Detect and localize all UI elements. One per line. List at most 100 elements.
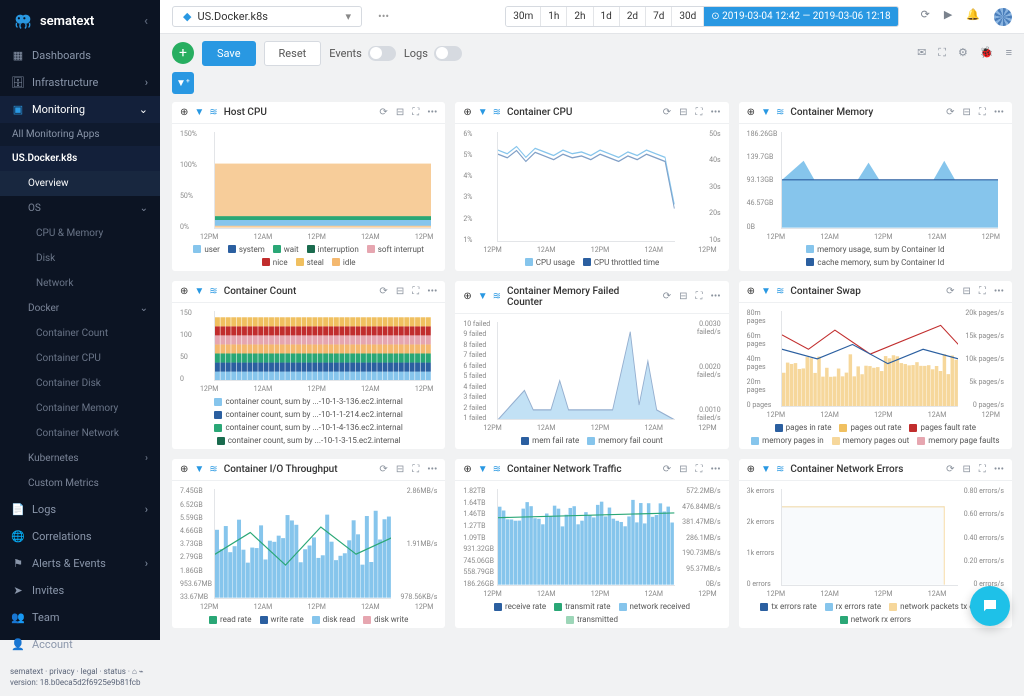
nav-correlations[interactable]: 🌐Correlations xyxy=(0,523,160,550)
nav-logs[interactable]: 📄Logs› xyxy=(0,496,160,523)
fullscreen-icon[interactable]: ⛶ xyxy=(979,286,986,297)
resize-icon[interactable]: ⊟ xyxy=(962,286,970,297)
brand-logo[interactable]: sematext ‹ xyxy=(0,0,160,42)
funnel-icon[interactable]: ▼ xyxy=(194,107,204,118)
logs-toggle[interactable] xyxy=(434,46,462,61)
more-icon[interactable]: ••• xyxy=(427,464,437,475)
nav-container-memory[interactable]: Container Memory xyxy=(0,396,160,421)
fullscreen-icon[interactable]: ⛶ xyxy=(979,107,986,118)
refresh-icon[interactable]: ⟳ xyxy=(946,464,954,475)
resize-icon[interactable]: ⊟ xyxy=(962,464,970,475)
sidebar-collapse-icon[interactable]: ‹ xyxy=(144,14,148,29)
more-icon[interactable]: ••• xyxy=(711,464,721,475)
app-selector[interactable]: ◆ US.Docker.k8s ▾ xyxy=(172,6,362,27)
nav-os[interactable]: OS⌄ xyxy=(0,196,160,221)
fullscreen-icon[interactable]: ⛶ xyxy=(696,107,703,118)
app-menu-button[interactable]: ••• xyxy=(372,10,395,23)
funnel-icon[interactable]: ▼ xyxy=(194,286,204,297)
add-button[interactable]: + xyxy=(172,42,194,64)
nav-container-count[interactable]: Container Count xyxy=(0,321,160,346)
chart-canvas[interactable]: 10 failed9 failed8 failed7 failed6 faile… xyxy=(463,320,720,423)
funnel-icon[interactable]: ▼ xyxy=(761,107,771,118)
chat-bubble[interactable] xyxy=(970,586,1010,626)
stream-icon[interactable]: ≋ xyxy=(776,286,784,297)
stream-icon[interactable]: ≋ xyxy=(209,286,217,297)
save-button[interactable]: Save xyxy=(202,41,256,66)
chart-canvas[interactable]: 186.26GB139.7GB93.13GB46.57GB0B xyxy=(747,130,1004,231)
nav-overview[interactable]: Overview xyxy=(0,171,160,196)
nav-team[interactable]: 👥Team xyxy=(0,604,160,631)
chart-canvas[interactable]: 1.82TB1.64TB1.46TB1.27TB1.09TB931.32GB74… xyxy=(463,487,720,588)
more-icon[interactable]: ••• xyxy=(711,107,721,118)
move-icon[interactable]: ⊕ xyxy=(463,107,471,118)
stream-icon[interactable]: ≋ xyxy=(493,107,501,118)
refresh-icon[interactable]: ⟳ xyxy=(663,107,671,118)
mail-icon[interactable]: ✉ xyxy=(917,46,926,60)
nav-container-network[interactable]: Container Network xyxy=(0,421,160,446)
refresh-icon[interactable]: ⟳ xyxy=(946,107,954,118)
move-icon[interactable]: ⊕ xyxy=(747,286,755,297)
nav-cpu-memory[interactable]: CPU & Memory xyxy=(0,221,160,246)
stream-icon[interactable]: ≋ xyxy=(209,464,217,475)
move-icon[interactable]: ⊕ xyxy=(180,464,188,475)
fullscreen-icon[interactable]: ⛶ xyxy=(412,286,419,297)
reset-button[interactable]: Reset xyxy=(264,41,322,66)
more-icon[interactable]: ••• xyxy=(427,286,437,297)
move-icon[interactable]: ⊕ xyxy=(180,107,188,118)
stream-icon[interactable]: ≋ xyxy=(776,107,784,118)
nav-container-cpu[interactable]: Container CPU xyxy=(0,346,160,371)
time-range-1d[interactable]: 1d xyxy=(594,7,620,26)
fullscreen-icon[interactable]: ⛶ xyxy=(696,464,703,475)
chart-canvas[interactable]: 7.45GB6.52GB5.59GB4.66GB3.73GB2.79GB1.86… xyxy=(180,487,437,601)
stream-icon[interactable]: ≋ xyxy=(209,107,217,118)
funnel-icon[interactable]: ▼ xyxy=(761,286,771,297)
chart-canvas[interactable]: 3k errors2k errors1k errors0 errors 0.80… xyxy=(747,487,1004,588)
funnel-icon[interactable]: ▼ xyxy=(761,464,771,475)
fullscreen-icon[interactable]: ⛶ xyxy=(412,107,419,118)
fullscreen-icon[interactable]: ⛶ xyxy=(412,464,419,475)
stream-icon[interactable]: ≋ xyxy=(493,464,501,475)
menu-icon[interactable]: ≡ xyxy=(1006,46,1012,60)
resize-icon[interactable]: ⊟ xyxy=(679,464,687,475)
nav-current-app[interactable]: US.Docker.k8s xyxy=(0,146,160,171)
move-icon[interactable]: ⊕ xyxy=(180,286,188,297)
move-icon[interactable]: ⊕ xyxy=(463,291,471,302)
refresh-icon[interactable]: ⟳ xyxy=(379,286,387,297)
funnel-icon[interactable]: ▼ xyxy=(194,464,204,475)
nav-docker[interactable]: Docker⌄ xyxy=(0,296,160,321)
nav-dashboards[interactable]: ▦Dashboards xyxy=(0,42,160,69)
stream-icon[interactable]: ≋ xyxy=(776,464,784,475)
resize-icon[interactable]: ⊟ xyxy=(396,107,404,118)
bell-icon[interactable]: 🔔 xyxy=(966,8,980,26)
move-icon[interactable]: ⊕ xyxy=(747,107,755,118)
more-icon[interactable]: ••• xyxy=(994,107,1004,118)
nav-alerts-events[interactable]: ⚑Alerts & Events› xyxy=(0,550,160,577)
bug-icon[interactable]: 🐞 xyxy=(980,46,994,60)
move-icon[interactable]: ⊕ xyxy=(463,464,471,475)
nav-all-apps[interactable]: All Monitoring Apps xyxy=(0,123,160,146)
stream-icon[interactable]: ≋ xyxy=(493,291,501,302)
nav-kubernetes[interactable]: Kubernetes› xyxy=(0,446,160,471)
resize-icon[interactable]: ⊟ xyxy=(679,107,687,118)
funnel-icon[interactable]: ▼ xyxy=(478,464,488,475)
more-icon[interactable]: ••• xyxy=(994,464,1004,475)
refresh-icon[interactable]: ⟳ xyxy=(379,107,387,118)
time-range-7d[interactable]: 7d xyxy=(646,7,672,26)
gear-icon[interactable]: ⚙ xyxy=(958,46,968,60)
more-icon[interactable]: ••• xyxy=(994,286,1004,297)
nav-container-disk[interactable]: Container Disk xyxy=(0,371,160,396)
nav-invites[interactable]: ➤Invites xyxy=(0,577,160,604)
time-range-2d[interactable]: 2d xyxy=(620,7,646,26)
refresh-icon[interactable]: ⟳ xyxy=(663,291,671,302)
chart-canvas[interactable]: 80m pages60m pages40m pages20m pages0 pa… xyxy=(747,309,1004,410)
filter-chip[interactable]: ▼⁺ xyxy=(172,72,194,94)
time-range-30d[interactable]: 30d xyxy=(672,7,704,26)
funnel-icon[interactable]: ▼ xyxy=(478,291,488,302)
refresh-icon[interactable]: ⟳ xyxy=(379,464,387,475)
refresh-icon[interactable]: ⟳ xyxy=(921,8,930,26)
more-icon[interactable]: ••• xyxy=(711,291,721,302)
chart-canvas[interactable]: 150%100%50%0% xyxy=(180,130,437,231)
refresh-icon[interactable]: ⟳ xyxy=(663,464,671,475)
time-range-2h[interactable]: 2h xyxy=(567,7,593,26)
refresh-icon[interactable]: ⟳ xyxy=(946,286,954,297)
